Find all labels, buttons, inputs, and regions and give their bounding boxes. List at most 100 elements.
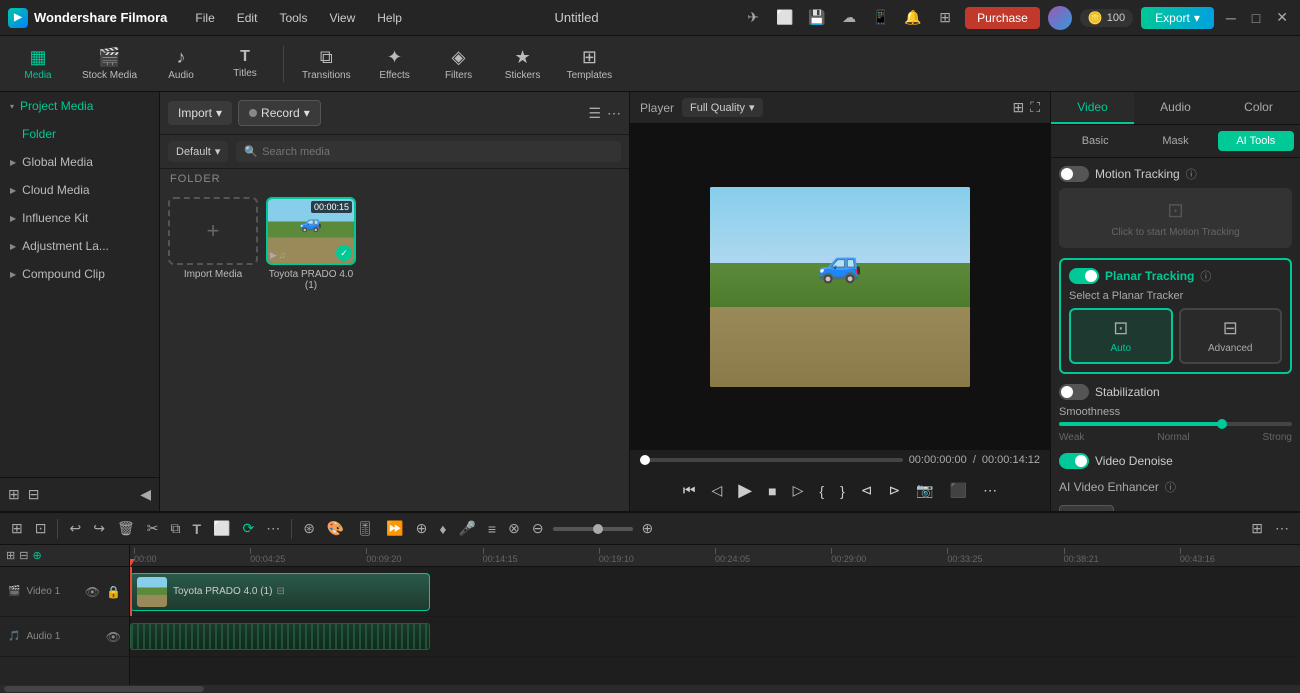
menu-help[interactable]: Help xyxy=(367,8,412,28)
tl-subtitles-icon[interactable]: ≡ xyxy=(485,518,499,540)
send-icon[interactable]: ✈ xyxy=(741,6,765,30)
scrollbar-thumb[interactable] xyxy=(4,686,204,692)
purchase-button[interactable]: Purchase xyxy=(965,7,1040,29)
tl-ai-icon[interactable]: ⟳ xyxy=(239,517,257,540)
step-back-icon[interactable]: ⏮ xyxy=(679,478,700,503)
tool-audio[interactable]: ♪ Audio xyxy=(151,43,211,85)
tl-audio-mix-icon[interactable]: 🎚 xyxy=(353,517,377,540)
screen-icon[interactable]: ⬜ xyxy=(773,6,797,30)
sidebar-item-folder[interactable]: Folder xyxy=(0,120,159,148)
stop-button[interactable]: ■ xyxy=(764,479,780,503)
sidebar-item-project-media[interactable]: ▾ Project Media xyxy=(0,92,159,120)
tl-transcode-icon[interactable]: ⊗ xyxy=(505,517,523,540)
subtab-basic[interactable]: Basic xyxy=(1057,131,1133,151)
sidebar-item-adjustment[interactable]: ▶ Adjustment La... xyxy=(0,232,159,260)
snapshot-icon[interactable]: 📷 xyxy=(912,478,937,503)
prev-mark-icon[interactable]: ⊲ xyxy=(857,478,877,503)
user-avatar[interactable] xyxy=(1048,6,1072,30)
menu-tools[interactable]: Tools xyxy=(269,8,317,28)
tl-crop-icon[interactable]: ⬜ xyxy=(210,517,233,540)
timeline-zoom-slider[interactable] xyxy=(553,527,633,531)
tl-layout-icon[interactable]: ⊞ xyxy=(1248,517,1266,540)
tl-text-icon[interactable]: T xyxy=(189,518,204,540)
tl-microphone-icon[interactable]: 🎤 xyxy=(455,517,478,540)
tool-filters[interactable]: ◈ Filters xyxy=(429,43,489,85)
tl-speed-icon[interactable]: ⏩ xyxy=(383,517,406,540)
subtab-ai-tools[interactable]: AI Tools xyxy=(1218,131,1294,151)
planar-tracking-toggle[interactable] xyxy=(1069,268,1099,284)
tl-color-icon[interactable]: 🎨 xyxy=(324,517,347,540)
add-track-icon[interactable]: ⊞ xyxy=(8,486,20,503)
motion-tracking-toggle[interactable] xyxy=(1059,166,1089,182)
next-mark-icon[interactable]: ⊳ xyxy=(884,478,904,503)
grid-view-icon[interactable]: ⊞ xyxy=(1012,99,1024,116)
sidebar-item-influence-kit[interactable]: ▶ Influence Kit xyxy=(0,204,159,232)
timeline-scrollbar[interactable] xyxy=(0,685,1300,693)
tl-delete-icon[interactable]: 🗑 xyxy=(114,517,138,540)
video-clip[interactable]: Toyota PRADO 4.0 (1) ⊟ xyxy=(130,573,430,611)
frame-forward-icon[interactable]: ▷ xyxy=(789,478,808,503)
tl-redo-icon[interactable]: ↪ xyxy=(90,517,108,540)
tl-undo-icon[interactable]: ↩ xyxy=(66,517,84,540)
subtab-mask[interactable]: Mask xyxy=(1137,131,1213,151)
media-clip-toyota[interactable]: 🚙 00:00:15 ▶ ♫ ✓ Toyota PRADO 4.0 (1) xyxy=(266,197,356,503)
frame-back-icon[interactable]: ◁ xyxy=(708,478,727,503)
tl-settings-icon[interactable]: ⋯ xyxy=(1272,517,1292,540)
tool-stickers[interactable]: ★ Stickers xyxy=(493,43,553,85)
tool-titles[interactable]: T Titles xyxy=(215,44,275,83)
menu-edit[interactable]: Edit xyxy=(227,8,268,28)
tl-effects-icon[interactable]: ⊛ xyxy=(300,517,318,540)
tl-more-icon[interactable]: ⋯ xyxy=(263,517,283,540)
audio-track-eye-icon[interactable]: 👁 xyxy=(106,630,121,644)
more-controls-icon[interactable]: ⋯ xyxy=(979,478,1001,503)
tool-transitions[interactable]: ⧉ Transitions xyxy=(292,43,361,85)
menu-view[interactable]: View xyxy=(319,8,365,28)
stabilization-toggle[interactable] xyxy=(1059,384,1089,400)
motion-tracking-info-icon[interactable]: ⓘ xyxy=(1186,166,1197,182)
tl-noise-icon[interactable]: ♦ xyxy=(436,518,449,540)
play-button[interactable]: ▶ xyxy=(734,476,756,505)
tl-copy-icon[interactable]: ⧉ xyxy=(167,517,183,540)
mark-out-icon[interactable]: } xyxy=(836,479,849,503)
tl-zoom-in-icon[interactable]: ⊕ xyxy=(639,517,657,540)
save-icon[interactable]: 💾 xyxy=(805,6,829,30)
ai-enhancer-info-icon[interactable]: ⓘ xyxy=(1165,479,1176,495)
tl-cut-icon[interactable]: ✂ xyxy=(144,517,162,540)
import-button[interactable]: Import ▾ xyxy=(168,101,232,125)
tool-stock-media[interactable]: 🎬 Stock Media xyxy=(72,43,147,85)
track-control-add-icon[interactable]: ⊕ xyxy=(32,549,41,562)
tl-zoom-out-icon[interactable]: ⊖ xyxy=(529,517,547,540)
collapse-panel-icon[interactable]: ◀ xyxy=(140,486,151,503)
minimize-button[interactable]: ─ xyxy=(1222,10,1240,26)
default-dropdown[interactable]: Default ▾ xyxy=(168,141,228,162)
apps-icon[interactable]: ⊞ xyxy=(933,6,957,30)
sidebar-item-global-media[interactable]: ▶ Global Media xyxy=(0,148,159,176)
fullscreen-icon[interactable]: ⛶ xyxy=(1030,99,1040,116)
video-track-eye-icon[interactable]: 👁 xyxy=(85,585,100,599)
import-media-item[interactable]: + Import Media xyxy=(168,197,258,503)
video-denoise-toggle[interactable] xyxy=(1059,453,1089,469)
tool-media[interactable]: ▦ Media xyxy=(8,43,68,85)
cloud-icon[interactable]: ☁ xyxy=(837,6,861,30)
settings-icon[interactable]: ⊟ xyxy=(28,486,40,503)
tool-effects[interactable]: ✦ Effects xyxy=(365,43,425,85)
tab-color[interactable]: Color xyxy=(1217,92,1300,124)
phone-icon[interactable]: 📱 xyxy=(869,6,893,30)
track-control-group-icon[interactable]: ⊞ xyxy=(6,549,15,562)
sidebar-item-cloud-media[interactable]: ▶ Cloud Media xyxy=(0,176,159,204)
menu-file[interactable]: File xyxy=(185,8,224,28)
more-icon[interactable]: ⋯ xyxy=(607,105,621,122)
bell-icon[interactable]: 🔔 xyxy=(901,6,925,30)
pip-icon[interactable]: ⬛ xyxy=(946,478,971,503)
tl-stabilize-icon[interactable]: ⊕ xyxy=(413,517,431,540)
maximize-button[interactable]: □ xyxy=(1248,10,1264,26)
record-button[interactable]: Record ▾ xyxy=(238,100,321,126)
video-track-lock-icon[interactable]: 🔒 xyxy=(106,585,121,599)
tool-templates[interactable]: ⊞ Templates xyxy=(557,43,623,85)
export-button[interactable]: Export ▾ xyxy=(1141,7,1214,29)
sidebar-item-compound-clip[interactable]: ▶ Compound Clip xyxy=(0,260,159,288)
track-control-list-icon[interactable]: ⊟ xyxy=(19,549,28,562)
close-button[interactable]: ✕ xyxy=(1272,9,1292,26)
import-media-button[interactable]: + xyxy=(168,197,258,265)
tracker-advanced[interactable]: ⊟ Advanced xyxy=(1179,308,1283,364)
